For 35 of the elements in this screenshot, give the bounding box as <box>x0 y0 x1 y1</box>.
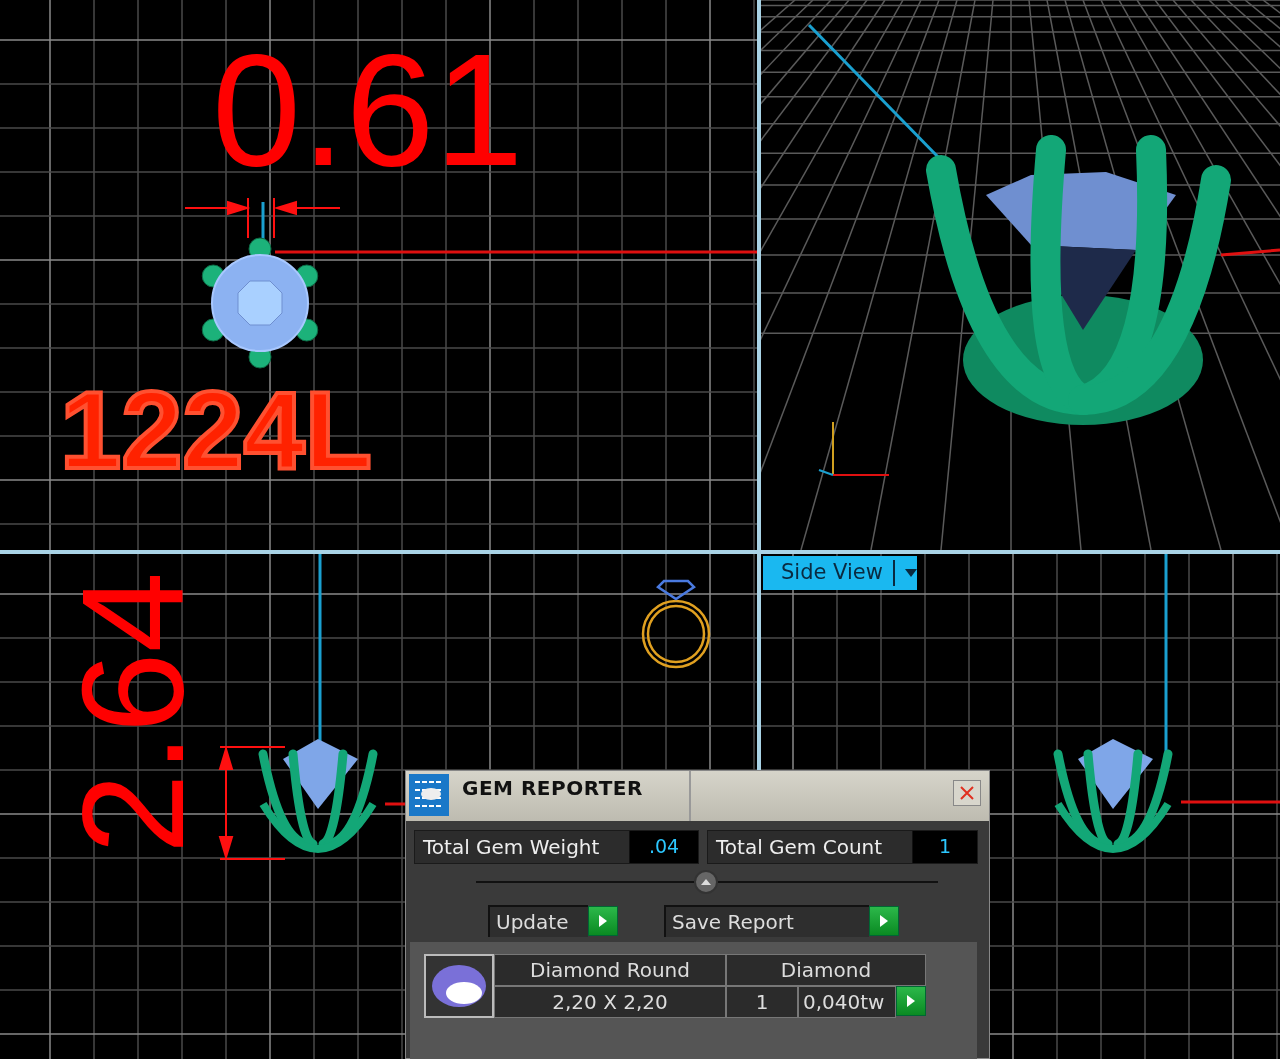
gem-thumbnail <box>424 954 494 1018</box>
extension-line <box>247 197 249 239</box>
axis-line <box>261 202 265 240</box>
dimension-label: 0.61 <box>212 20 524 199</box>
gem-size: 2,20 X 2,20 <box>494 986 726 1018</box>
gem-weight: 0,040tw <box>798 986 896 1018</box>
field-value: .04 <box>630 831 698 863</box>
panel-title: GEM REPORTER <box>406 771 691 821</box>
report-button[interactable]: Update <box>488 904 588 937</box>
dimension-arrow <box>273 200 341 216</box>
caret-icon <box>904 569 917 577</box>
extension-line <box>273 197 275 239</box>
extension-line <box>219 746 286 748</box>
go-button[interactable] <box>896 986 926 1016</box>
go-button[interactable] <box>588 905 618 936</box>
gem-name: Diamond Round <box>494 954 726 986</box>
part-label: 1224L <box>60 368 372 491</box>
slider-handle[interactable] <box>694 870 718 894</box>
view-dropdown[interactable]: Side View <box>763 556 917 590</box>
axis-line <box>1220 248 1280 257</box>
go-button[interactable] <box>869 905 899 936</box>
report-button[interactable]: Save Report <box>664 904 869 937</box>
play-icon <box>880 914 888 927</box>
gem-material: Diamond <box>726 954 926 986</box>
gem-count: 1 <box>726 986 798 1018</box>
play-icon <box>599 914 607 927</box>
axis-icon <box>818 421 890 476</box>
report-icon <box>409 774 449 816</box>
extension-line <box>219 858 286 860</box>
close-button[interactable] <box>953 780 981 806</box>
play-icon <box>907 995 915 1007</box>
close-icon <box>960 786 974 800</box>
dimension-label: 2.64 <box>52 571 214 854</box>
field-value: 1 <box>913 831 977 863</box>
ring-icon <box>641 579 711 669</box>
